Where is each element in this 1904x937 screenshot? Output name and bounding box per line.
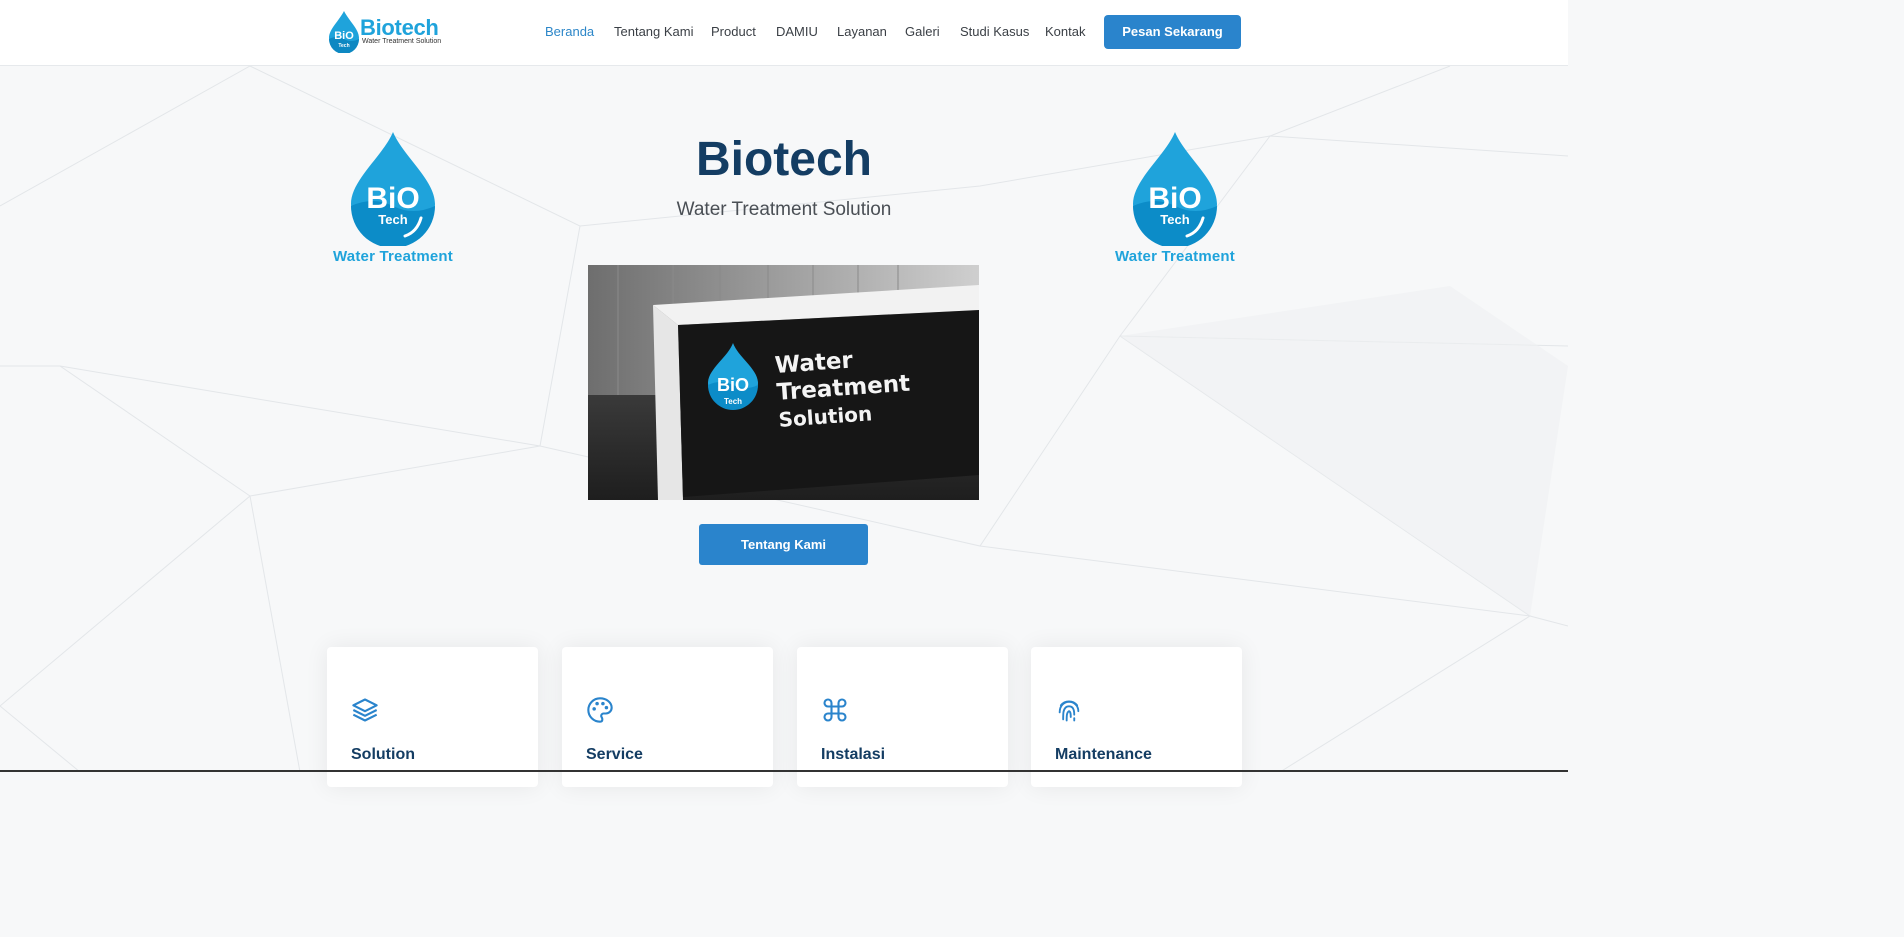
hero-logo-caption: Water Treatment (333, 248, 453, 265)
card-title: Maintenance (1055, 746, 1152, 763)
card-instalasi[interactable]: Instalasi (797, 647, 1008, 787)
card-title: Service (586, 746, 643, 763)
card-title: Solution (351, 746, 415, 763)
nav-item-kontak[interactable]: Kontak (1045, 24, 1085, 39)
svg-text:Tech: Tech (338, 43, 349, 49)
about-us-button[interactable]: Tentang Kami (699, 524, 868, 565)
brand-tagline: Water Treatment Solution (362, 38, 442, 45)
layers-icon (352, 698, 378, 722)
svg-text:Tech: Tech (1160, 212, 1189, 227)
photo-slogan: Water Treatment Solution (774, 347, 911, 432)
nav-item-damiu[interactable]: DAMIU (776, 24, 818, 39)
svg-text:BiO: BiO (1148, 182, 1201, 215)
nav-item-galeri[interactable]: Galeri (905, 24, 940, 39)
svg-text:BiO: BiO (366, 182, 419, 215)
svg-text:Tech: Tech (378, 212, 407, 227)
hero-photo: BiO Tech Water Treatment Solution (588, 265, 979, 500)
fingerprint-icon (1058, 700, 1080, 722)
brand-logo[interactable]: BiO Tech Biotech Water Treatment Solutio… (327, 9, 445, 55)
hero-logo-caption: Water Treatment (1115, 248, 1235, 265)
order-now-button[interactable]: Pesan Sekarang (1104, 15, 1241, 49)
nav-item-studi-kasus[interactable]: Studi Kasus (960, 24, 1029, 39)
hero-logo-right: BiO Tech Water Treatment (1105, 130, 1245, 270)
card-solution[interactable]: Solution (327, 647, 538, 787)
hero-logo-left: BiO Tech Water Treatment (323, 130, 463, 270)
hero-title: Biotech (695, 133, 872, 186)
palette-icon (587, 697, 613, 723)
svg-text:BiO: BiO (334, 30, 354, 42)
water-drop-logo-icon: BiO Tech (1133, 132, 1217, 248)
nav-item-layanan[interactable]: Layanan (837, 24, 887, 39)
water-drop-logo-icon: BiO Tech (351, 132, 435, 248)
nav-item-product[interactable]: Product (711, 24, 756, 39)
water-drop-logo-icon: BiO Tech (329, 11, 359, 53)
window-bottom-edge (0, 770, 1568, 772)
svg-text:Tech: Tech (724, 397, 742, 406)
card-maintenance[interactable]: Maintenance (1031, 647, 1242, 787)
card-title: Instalasi (821, 746, 886, 763)
nav-item-beranda[interactable]: Beranda (545, 24, 594, 39)
nav-item-tentang-kami[interactable]: Tentang Kami (614, 24, 694, 39)
command-icon (823, 698, 847, 722)
hero-subtitle: Water Treatment Solution (676, 199, 892, 220)
card-service[interactable]: Service (562, 647, 773, 787)
site-header: BiO Tech Biotech Water Treatment Solutio… (0, 0, 1568, 66)
svg-text:BiO: BiO (717, 375, 749, 395)
